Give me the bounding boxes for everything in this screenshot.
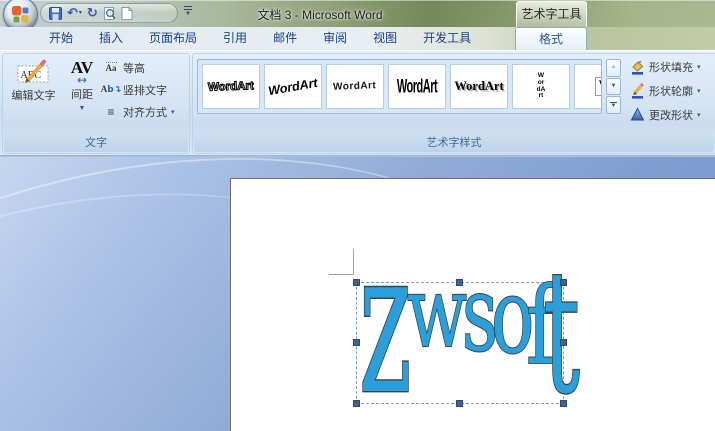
tab-insert[interactable]: 插入: [86, 27, 136, 50]
wordart-style-tile[interactable]: WordArt: [202, 64, 260, 109]
margin-corner-mark: [353, 249, 354, 274]
change-shape-icon: [629, 107, 645, 123]
alignment-button[interactable]: ≡ 对齐方式 ▾: [103, 103, 189, 120]
change-shape-label: 更改形状: [649, 107, 693, 123]
svg-text:z: z: [359, 206, 412, 431]
edit-text-icon: ABC: [17, 57, 51, 85]
wordart-style-tile[interactable]: WordArt: [450, 64, 508, 109]
wordart-style-tile[interactable]: WordArt: [264, 64, 322, 109]
gallery-scroll-up-icon[interactable]: ▲: [606, 59, 621, 77]
selection-handle[interactable]: [353, 279, 360, 286]
wordart-style-tile[interactable]: WordArt: [512, 64, 570, 109]
wordart-style-gallery: WordArt WordArt WordArt WordArt WordArt …: [197, 59, 602, 114]
even-height-button[interactable]: Aa 等高: [103, 59, 189, 76]
customize-quick-access-icon[interactable]: ▼: [182, 6, 194, 17]
chevron-down-icon: ▼: [79, 105, 86, 112]
selection-handle[interactable]: [456, 400, 463, 407]
vertical-text-icon: Ab↴: [103, 82, 119, 98]
tab-mailings[interactable]: 邮件: [260, 27, 310, 50]
chevron-down-icon: ▾: [697, 63, 701, 71]
even-height-label: 等高: [123, 60, 145, 76]
gallery-more-icon[interactable]: ▼: [606, 96, 621, 114]
alignment-label: 对齐方式: [123, 104, 167, 120]
selection-handle[interactable]: [353, 400, 360, 407]
selection-handle[interactable]: [560, 279, 567, 286]
tab-format-active[interactable]: 格式: [515, 27, 587, 50]
office-logo-icon: [11, 5, 30, 24]
svg-text:w: w: [407, 256, 467, 370]
shape-fill-button[interactable]: 形状填充 ▾: [629, 58, 701, 75]
window-title: 文档 3 - Microsoft Word: [205, 6, 435, 23]
shape-fill-icon: [629, 59, 645, 75]
selection-handle[interactable]: [560, 400, 567, 407]
change-shape-button[interactable]: 更改形状 ▾: [629, 106, 701, 123]
tab-references[interactable]: 引用: [210, 27, 260, 50]
edit-text-label: 编辑文字: [12, 87, 56, 103]
new-document-icon[interactable]: [121, 7, 133, 20]
group-label-text: 文字: [4, 135, 188, 152]
tab-home[interactable]: 开始: [36, 27, 86, 50]
tab-developer[interactable]: 开发工具: [410, 27, 484, 50]
wordart-style-tile[interactable]: W: [574, 64, 602, 109]
selection-handle[interactable]: [456, 279, 463, 286]
quick-access-toolbar: ↶▾ ↻: [40, 3, 178, 23]
gallery-scroll-down-icon[interactable]: ▼: [606, 78, 621, 96]
group-text: ABC 编辑文字 AV ↔ 间距 ▼ Aa 等高 Ab↴ 竖排文字 ≡: [2, 53, 190, 154]
group-label-wordart-styles: 艺术字样式: [194, 135, 714, 152]
shape-outline-icon: [629, 83, 645, 99]
selection-handle[interactable]: [560, 339, 567, 346]
tab-review[interactable]: 审阅: [310, 27, 360, 50]
wordart-object[interactable]: z w s o f t: [357, 283, 565, 405]
title-bar: ↶▾ ↻ ▼ 文档 3 - Microsoft Word 艺术字工具: [0, 0, 715, 27]
vertical-text-button[interactable]: Ab↴ 竖排文字: [103, 81, 189, 98]
chevron-down-icon: ▾: [697, 87, 701, 95]
contextual-tab-group-label: 艺术字工具: [516, 1, 587, 27]
document-page[interactable]: z w s o f t: [230, 178, 715, 431]
repeat-icon[interactable]: ↻: [87, 7, 98, 20]
print-preview-icon[interactable]: [103, 7, 116, 20]
edit-text-button[interactable]: ABC 编辑文字: [6, 57, 61, 103]
selection-handle[interactable]: [353, 339, 360, 346]
alignment-icon: ≡: [103, 104, 119, 120]
save-icon[interactable]: [49, 7, 62, 20]
even-height-icon: Aa: [103, 60, 119, 76]
ribbon-tab-row: 开始 插入 页面布局 引用 邮件 审阅 视图 开发工具 格式: [0, 27, 715, 50]
tab-page-layout[interactable]: 页面布局: [136, 27, 210, 50]
chevron-down-icon: ▾: [697, 111, 701, 119]
document-workspace[interactable]: z w s o f t: [0, 157, 715, 431]
spacing-button[interactable]: AV ↔ 间距 ▼: [63, 57, 101, 112]
group-wordart-styles: WordArt WordArt WordArt WordArt WordArt …: [192, 53, 715, 154]
chevron-down-icon: ▾: [171, 108, 175, 116]
ribbon: ABC 编辑文字 AV ↔ 间距 ▼ Aa 等高 Ab↴ 竖排文字 ≡: [0, 50, 715, 155]
wordart-style-tile[interactable]: WordArt: [388, 64, 446, 109]
spacing-arrow-icon: ↔: [77, 76, 87, 84]
margin-corner-mark: [329, 274, 354, 275]
vertical-text-label: 竖排文字: [123, 82, 167, 98]
shape-outline-button[interactable]: 形状轮廓 ▾: [629, 82, 701, 99]
spacing-label: 间距: [71, 86, 93, 102]
wordart-selection-box[interactable]: z w s o f t: [356, 282, 564, 404]
shape-fill-label: 形状填充: [649, 59, 693, 75]
tab-view[interactable]: 视图: [360, 27, 410, 50]
gallery-scrollbar: ▲ ▼ ▼: [606, 59, 621, 114]
wordart-style-tile[interactable]: WordArt: [326, 64, 384, 109]
undo-icon[interactable]: ↶▾: [67, 7, 82, 20]
shape-outline-label: 形状轮廓: [649, 83, 693, 99]
